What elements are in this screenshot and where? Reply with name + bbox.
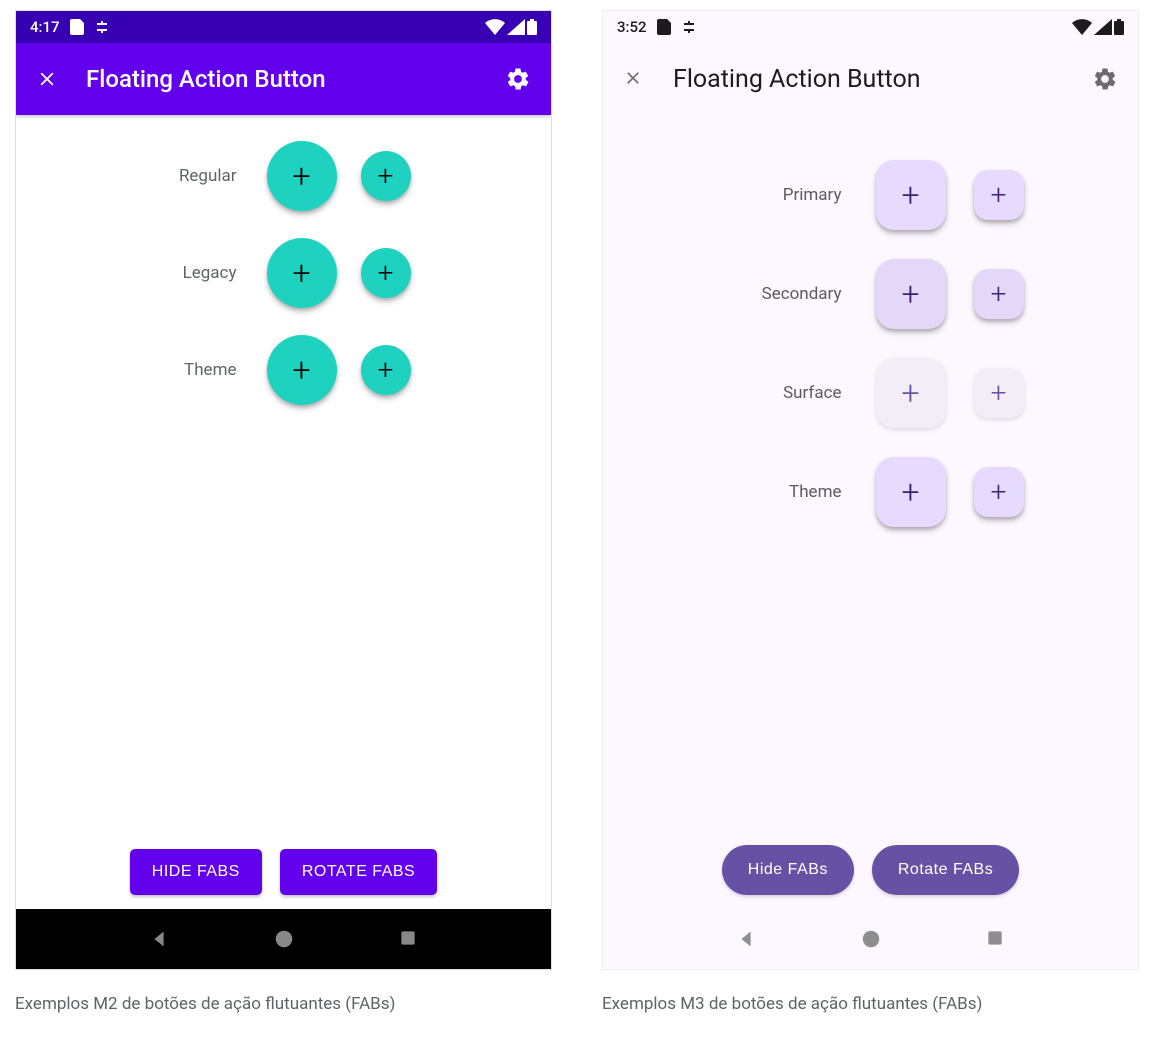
fab-regular-large[interactable]: + [267, 141, 337, 211]
plus-icon: + [901, 275, 919, 313]
plus-icon: + [292, 254, 310, 292]
rotate-fabs-button[interactable]: ROTATE FABS [280, 849, 437, 895]
plus-icon: + [378, 353, 394, 386]
plus-icon: + [901, 176, 919, 214]
fab-row-surface: Surface + + [603, 343, 1138, 442]
plus-icon: + [901, 473, 919, 511]
m2-caption: Exemplos M2 de botões de ação flutuantes… [15, 994, 552, 1014]
fab-primary-small[interactable]: + [974, 170, 1024, 220]
plus-icon: + [991, 178, 1007, 211]
battery-icon [1114, 19, 1124, 35]
fab-label: Legacy [71, 263, 241, 283]
app-bar-title: Floating Action Button [673, 65, 1064, 94]
hide-fabs-button[interactable]: HIDE FABS [130, 849, 262, 895]
status-bar: 3:52 [603, 11, 1138, 43]
fab-label: Primary [616, 185, 846, 205]
plus-icon: + [378, 256, 394, 289]
nav-home-icon[interactable] [273, 928, 295, 950]
wifi-icon [485, 19, 505, 35]
content-area: Primary + + Secondary + + Surface [603, 115, 1138, 845]
plus-icon: + [991, 376, 1007, 409]
nav-bar [16, 909, 551, 969]
plus-icon: + [991, 475, 1007, 508]
app-bar-title: Floating Action Button [86, 65, 477, 93]
signal-icon [1094, 19, 1112, 35]
fab-surface-large[interactable]: + [876, 358, 946, 428]
fab-row-secondary: Secondary + + [603, 244, 1138, 343]
app-bar: Floating Action Button [16, 43, 551, 115]
fab-secondary-small[interactable]: + [974, 269, 1024, 319]
close-icon[interactable] [623, 68, 645, 90]
fab-legacy-large[interactable]: + [267, 238, 337, 308]
fab-theme-large[interactable]: + [876, 457, 946, 527]
plus-icon: + [991, 277, 1007, 310]
fab-label: Theme [616, 482, 846, 502]
fab-secondary-large[interactable]: + [876, 259, 946, 329]
fab-theme-small[interactable]: + [361, 345, 411, 395]
nav-back-icon[interactable] [735, 928, 757, 950]
m2-phone-screen: 4:17 Floating Action Button Regular [15, 10, 552, 970]
close-icon[interactable] [36, 68, 58, 90]
sim-icon [657, 19, 671, 35]
fab-theme-small[interactable]: + [974, 467, 1024, 517]
fab-label: Regular [71, 166, 241, 186]
debug-icon [681, 19, 697, 35]
fab-label: Secondary [616, 284, 846, 304]
bottom-buttons: HIDE FABS ROTATE FABS [16, 849, 551, 909]
fab-label: Surface [616, 383, 846, 403]
fab-primary-large[interactable]: + [876, 160, 946, 230]
fab-label: Theme [71, 360, 241, 380]
plus-icon: + [378, 159, 394, 192]
battery-icon [527, 19, 537, 35]
fab-theme-large[interactable]: + [267, 335, 337, 405]
plus-icon: + [901, 374, 919, 412]
bottom-buttons: Hide FABs Rotate FABs [603, 845, 1138, 909]
status-time: 4:17 [30, 18, 60, 36]
m3-caption: Exemplos M3 de botões de ação flutuantes… [602, 994, 1139, 1014]
fab-row-regular: Regular + + [16, 127, 551, 224]
rotate-fabs-button[interactable]: Rotate FABs [872, 845, 1019, 895]
status-time: 3:52 [617, 18, 647, 36]
fab-row-legacy: Legacy + + [16, 224, 551, 321]
sim-icon [70, 19, 84, 35]
app-bar: Floating Action Button [603, 43, 1138, 115]
signal-icon [507, 19, 525, 35]
fab-row-primary: Primary + + [603, 145, 1138, 244]
plus-icon: + [292, 157, 310, 195]
gear-icon[interactable] [505, 66, 531, 92]
debug-icon [94, 19, 110, 35]
fab-legacy-small[interactable]: + [361, 248, 411, 298]
nav-recent-icon[interactable] [398, 928, 420, 950]
nav-back-icon[interactable] [148, 928, 170, 950]
fab-row-theme: Theme + + [603, 442, 1138, 541]
fab-regular-small[interactable]: + [361, 151, 411, 201]
m3-phone-screen: 3:52 Floating Action Button Primary [602, 10, 1139, 970]
hide-fabs-button[interactable]: Hide FABs [722, 845, 854, 895]
fab-surface-small[interactable]: + [974, 368, 1024, 418]
gear-icon[interactable] [1092, 66, 1118, 92]
fab-row-theme: Theme + + [16, 321, 551, 418]
wifi-icon [1072, 19, 1092, 35]
nav-recent-icon[interactable] [985, 928, 1007, 950]
nav-bar [603, 909, 1138, 969]
nav-home-icon[interactable] [860, 928, 882, 950]
content-area: Regular + + Legacy + + Theme [16, 115, 551, 849]
status-bar: 4:17 [16, 11, 551, 43]
plus-icon: + [292, 351, 310, 389]
